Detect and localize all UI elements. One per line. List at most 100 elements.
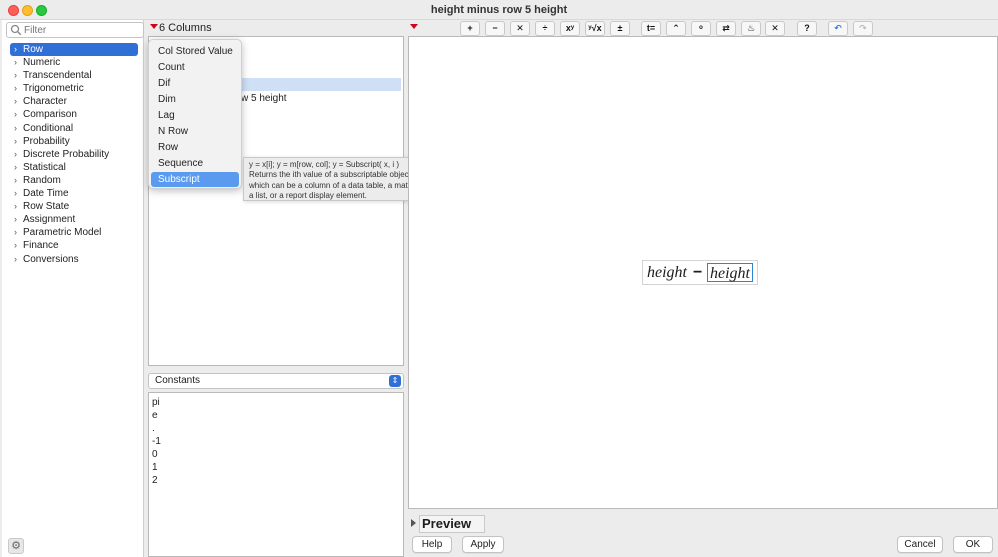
columns-menu-triangle-icon[interactable] — [150, 24, 158, 29]
category-item-comparison[interactable]: › Comparison — [10, 108, 138, 121]
menu-item-n-row[interactable]: N Row — [151, 124, 239, 139]
menu-item-row[interactable]: Row — [151, 140, 239, 155]
constants-selector[interactable]: Constants ⇕ — [148, 373, 404, 389]
category-item-label: Transcendental — [23, 70, 92, 82]
category-item-assignment[interactable]: › Assignment — [10, 213, 138, 226]
preview-label: Preview — [419, 515, 485, 533]
category-item-label: Statistical — [23, 161, 66, 173]
tooltip-line: Returns the ith value of a subscriptable… — [249, 170, 414, 180]
divide-icon[interactable]: ÷ — [535, 21, 555, 36]
cancel-button[interactable]: Cancel — [897, 536, 943, 553]
help-icon[interactable]: ? — [797, 21, 817, 36]
category-item-statistical[interactable]: › Statistical — [10, 161, 138, 174]
constant-item[interactable]: 2 — [152, 474, 158, 487]
root-icon[interactable]: ʸ√x — [585, 21, 605, 36]
chevron-right-icon: › — [14, 44, 17, 54]
chevron-right-icon: › — [14, 161, 17, 172]
chevron-right-icon: › — [14, 148, 17, 159]
constant-item[interactable]: -1 — [152, 435, 161, 448]
category-item-label: Row State — [23, 201, 70, 213]
apply-button[interactable]: Apply — [462, 536, 504, 553]
chevron-right-icon: › — [14, 70, 17, 81]
category-item-transcendental[interactable]: › Transcendental — [10, 69, 138, 82]
filter-input[interactable] — [24, 24, 139, 36]
formula-left-term[interactable]: height — [645, 263, 689, 282]
category-item-row-state[interactable]: › Row State — [10, 200, 138, 213]
chevron-right-icon: › — [14, 96, 17, 107]
menu-item-dif[interactable]: Dif — [151, 76, 239, 91]
constant-item[interactable]: 1 — [152, 461, 158, 474]
menu-item-count[interactable]: Count — [151, 60, 239, 75]
chevron-right-icon: › — [14, 201, 17, 212]
category-item-conditional[interactable]: › Conditional — [10, 122, 138, 135]
column-row-label: w 5 height — [241, 93, 287, 104]
gear-icon[interactable]: ⚙ — [8, 538, 24, 554]
peel-icon[interactable]: ♨ — [741, 21, 761, 36]
ok-button[interactable]: OK — [953, 536, 993, 553]
chevron-right-icon: › — [14, 122, 17, 133]
redo-icon[interactable]: ↷ — [853, 21, 873, 36]
category-item-discrete-probability[interactable]: › Discrete Probability — [10, 148, 138, 161]
category-item-trigonometric[interactable]: › Trigonometric — [10, 82, 138, 95]
chevron-right-icon: › — [14, 240, 17, 251]
chevron-right-icon: › — [14, 253, 17, 264]
formula-right-term-selected[interactable]: height — [707, 263, 753, 282]
assign-icon[interactable]: t= — [641, 21, 661, 36]
undo-icon[interactable]: ↶ — [828, 21, 848, 36]
formula-menu-triangle-icon[interactable] — [410, 24, 418, 29]
swap-icon[interactable]: ⇄ — [716, 21, 736, 36]
formula-expression[interactable]: height − height — [642, 260, 758, 285]
category-item-label: Conversions — [23, 253, 79, 265]
tooltip-line: which can be a column of a data table, a… — [249, 180, 419, 190]
plus-icon[interactable]: + — [460, 21, 480, 36]
chevron-right-icon: › — [14, 214, 17, 225]
category-item-label: Parametric Model — [23, 227, 102, 239]
search-icon — [10, 24, 22, 36]
constants-selector-label: Constants — [155, 375, 201, 386]
disclosure-triangle-icon[interactable] — [411, 519, 416, 527]
minus-icon[interactable]: − — [485, 21, 505, 36]
category-item-label: Date Time — [23, 188, 69, 200]
category-item-date-time[interactable]: › Date Time — [10, 187, 138, 200]
help-button[interactable]: Help — [412, 536, 452, 553]
category-item-row[interactable]: › Row — [10, 43, 138, 57]
constant-item[interactable]: 0 — [152, 448, 158, 461]
caret-up-icon[interactable]: ⌃ — [666, 21, 686, 36]
menu-item-subscript[interactable]: Subscript — [151, 172, 239, 187]
category-item-label: Comparison — [23, 109, 77, 121]
multiply-icon[interactable]: ✕ — [510, 21, 530, 36]
local-variable-icon[interactable]: ᵒ — [691, 21, 711, 36]
chevron-right-icon: › — [14, 135, 17, 146]
category-item-label: Assignment — [23, 214, 76, 226]
category-item-numeric[interactable]: › Numeric — [10, 56, 138, 69]
category-item-character[interactable]: › Character — [10, 95, 138, 108]
category-item-label: Discrete Probability — [23, 148, 110, 160]
chevron-right-icon: › — [14, 109, 17, 120]
constant-item[interactable]: . — [152, 422, 155, 435]
menu-item-dim[interactable]: Dim — [151, 92, 239, 107]
constant-item[interactable]: pi — [152, 396, 160, 409]
menu-item-lag[interactable]: Lag — [151, 108, 239, 123]
chevron-right-icon: › — [14, 83, 17, 94]
constant-item[interactable]: e — [152, 409, 158, 422]
constants-list[interactable]: pi e. -1 0 1 2 — [148, 392, 404, 557]
chevron-updown-icon: ⇕ — [389, 375, 401, 387]
category-item-random[interactable]: › Random — [10, 174, 138, 187]
power-icon[interactable]: xʸ — [560, 21, 580, 36]
delete-icon[interactable]: ✕ — [765, 21, 785, 36]
filter-box[interactable] — [6, 22, 144, 38]
chevron-right-icon: › — [14, 174, 17, 185]
category-item-label: Trigonometric — [23, 83, 84, 95]
category-item-parametric-model[interactable]: › Parametric Model — [10, 226, 138, 239]
category-item-label: Random — [23, 174, 61, 186]
category-item-label: Finance — [23, 240, 59, 252]
chevron-right-icon: › — [14, 188, 17, 199]
category-item-probability[interactable]: › Probability — [10, 135, 138, 148]
menu-item-sequence[interactable]: Sequence — [151, 156, 239, 171]
plus-minus-icon[interactable]: ± — [610, 21, 630, 36]
category-list: › Row › Numeric › Transcendental › Trigonometri… — [10, 43, 138, 266]
category-item-conversions[interactable]: › Conversions — [10, 253, 138, 266]
preview-section[interactable]: Preview — [408, 515, 485, 533]
category-item-finance[interactable]: › Finance — [10, 239, 138, 252]
menu-item-col-stored-value[interactable]: Col Stored Value — [151, 44, 239, 59]
